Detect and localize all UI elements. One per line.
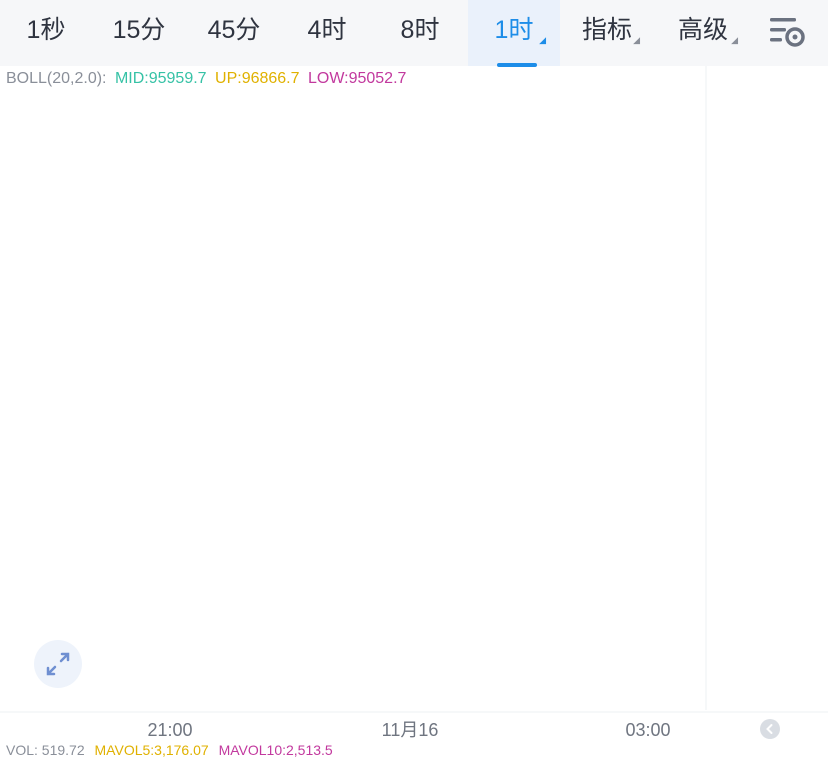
dropdown-triangle-icon: ◢ — [539, 35, 546, 45]
volume-indicator-row: VOL: 519.72 MAVOL5:3,176.07 MAVOL10:2,51… — [6, 742, 339, 758]
tab-1[interactable]: 1秒 — [0, 0, 92, 66]
tab-label: 15分 — [112, 16, 166, 44]
chevron-left-icon — [766, 724, 773, 734]
x-tick-label: 03:00 — [625, 720, 670, 740]
tab-label: 1时 — [494, 16, 534, 44]
tab-label: 1秒 — [26, 16, 66, 44]
timeframe-tab-bar: 1秒 15分 45分 4时 8时 1时 ◢ 指标 ◢ 高级 ◢ — [0, 0, 828, 66]
dropdown-triangle-icon: ◢ — [731, 35, 738, 45]
x-tick-label: 11月16 — [382, 720, 439, 740]
tab-8[interactable]: 高级 ◢ — [654, 0, 752, 66]
tab-label: 指标 — [581, 16, 632, 44]
dropdown-triangle-icon: ◢ — [633, 35, 640, 45]
tab-label: 4时 — [307, 16, 347, 44]
tab-4[interactable]: 4时 — [282, 0, 372, 66]
mavol5-value: MAVOL5:3,176.07 — [94, 742, 209, 758]
tab-2[interactable]: 15分 — [92, 0, 186, 66]
x-tick-label: 21:00 — [147, 720, 192, 740]
candlestick-chart[interactable]: 9700096800966009640096200960009580095600… — [0, 66, 828, 752]
vol-value: VOL: 519.72 — [6, 742, 85, 758]
tab-7[interactable]: 指标 ◢ — [560, 0, 654, 66]
mavol10-value: MAVOL10:2,513.5 — [218, 742, 333, 758]
tab-label: 45分 — [207, 16, 261, 44]
expand-chart-icon[interactable] — [34, 640, 82, 688]
tab-3[interactable]: 45分 — [186, 0, 282, 66]
tab-label: 高级 — [677, 16, 728, 44]
tab-label: 8时 — [400, 16, 440, 44]
tab-5[interactable]: 8时 — [372, 0, 468, 66]
scroll-left-button[interactable] — [760, 719, 780, 739]
chart-settings-icon[interactable] — [766, 14, 810, 50]
tab-6[interactable]: 1时 ◢ — [468, 0, 560, 66]
